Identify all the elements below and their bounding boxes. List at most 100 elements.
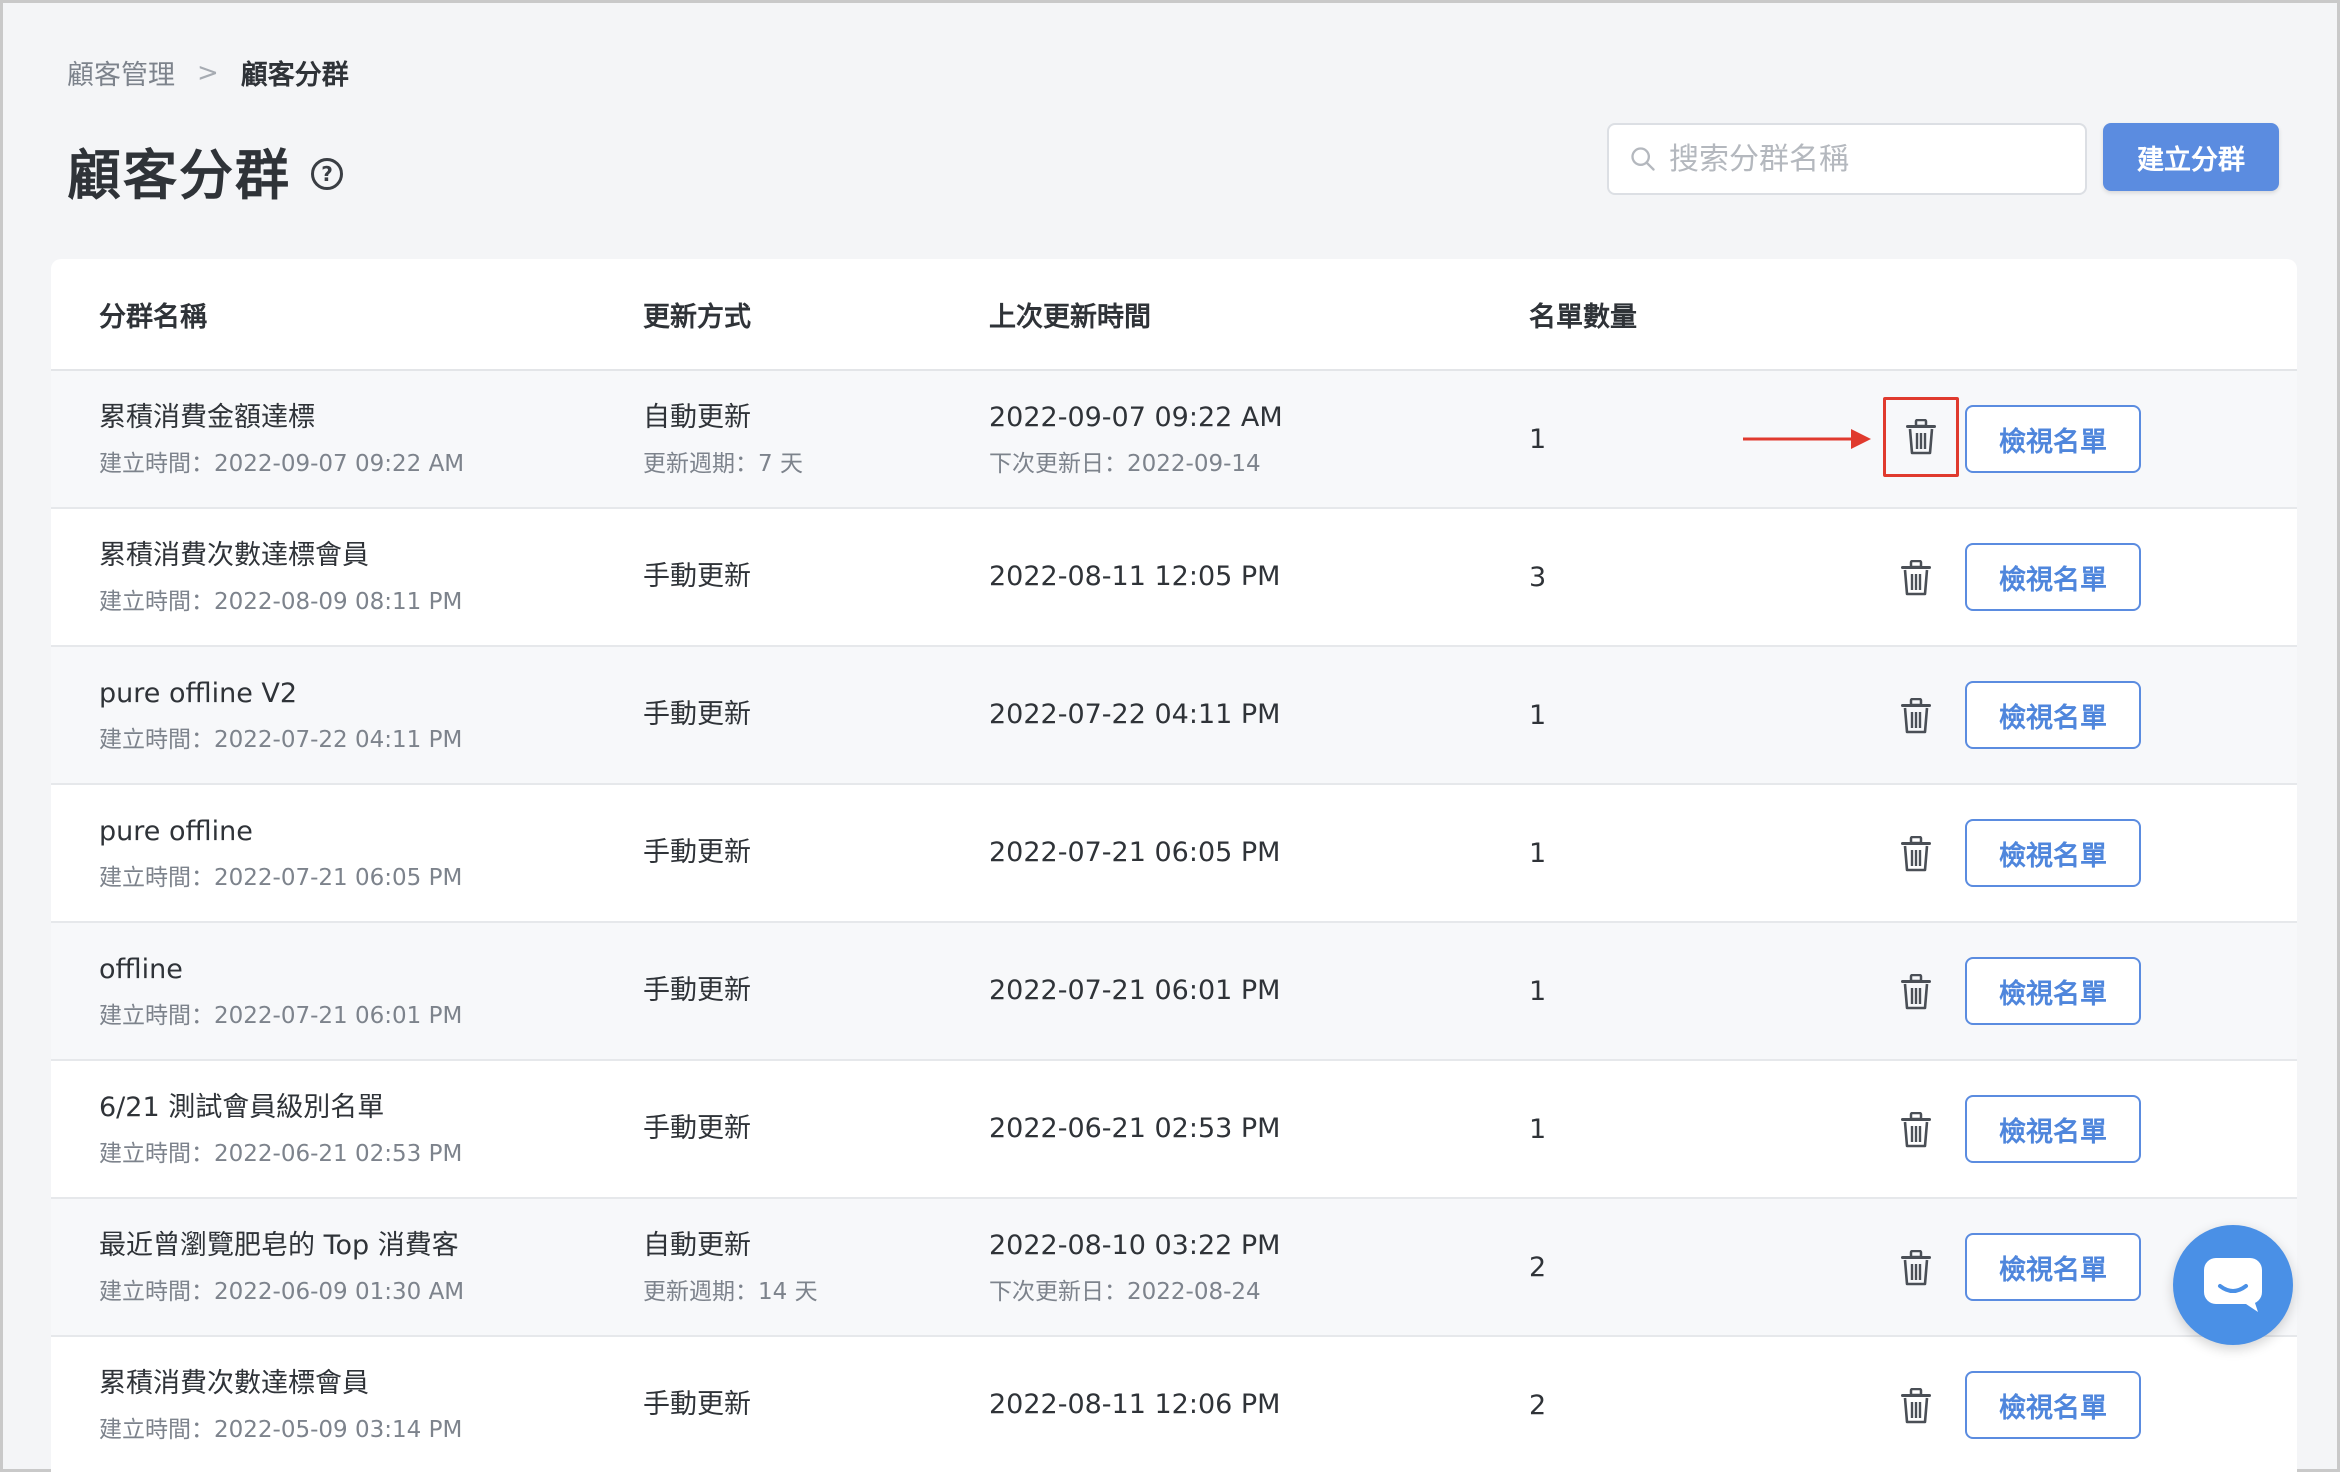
view-list-button[interactable]: 檢視名單 [1965, 1095, 2141, 1163]
update-mode-cell: 手動更新 [643, 1061, 751, 1197]
update-cycle: 更新週期：14 天 [643, 1278, 818, 1305]
table-row: pure offline V2 建立時間：2022-07-22 04:11 PM 手… [51, 647, 2297, 785]
breadcrumb: 顧客管理 > 顧客分群 [67, 53, 349, 92]
view-list-button[interactable]: 檢視名單 [1965, 681, 2141, 749]
last-updated-cell: 2022-09-07 09:22 AM 下次更新日：2022-09-14 [989, 371, 1283, 507]
segment-name: 累積消費次數達標會員 [99, 1368, 369, 1400]
segment-name: 最近曾瀏覽肥皂的 Top 消費客 [99, 1230, 459, 1262]
list-count: 1 [1529, 423, 1547, 455]
segment-name-cell: 累積消費次數達標會員 建立時間：2022-08-09 08:11 PM [99, 509, 462, 645]
list-count: 1 [1529, 837, 1547, 869]
update-mode: 手動更新 [643, 561, 751, 593]
segment-created-time: 建立時間：2022-07-22 04:11 PM [99, 726, 463, 753]
header-count: 名單數量 [1529, 301, 1637, 333]
list-count-cell: 3 [1529, 509, 1546, 645]
page-title: 顧客分群 [67, 144, 291, 207]
table-row: 6/21 測試會員級別名單建立時間：2022-06-21 02:53 PM 手動更… [51, 1061, 2297, 1199]
segment-created-time: 建立時間：2022-08-09 08:11 PM [99, 588, 463, 615]
delete-segment-button[interactable] [1893, 1107, 1939, 1153]
delete-segment-button[interactable] [1893, 555, 1939, 601]
delete-segment-button[interactable] [1883, 397, 1959, 477]
create-segment-button[interactable]: 建立分群 [2103, 123, 2279, 191]
last-updated-time: 2022-08-10 03:22 PM [989, 1230, 1281, 1262]
table-row: 累積消費次數達標會員 建立時間：2022-08-09 08:11 PM 手動更新 20… [51, 509, 2297, 647]
update-mode: 自動更新 [643, 402, 751, 434]
segment-name-cell: offline 建立時間：2022-07-21 06:01 PM [99, 923, 462, 1059]
trash-icon [1899, 1250, 1933, 1286]
delete-segment-button[interactable] [1893, 1383, 1939, 1429]
table-row: offline 建立時間：2022-07-21 06:01 PM 手動更新 2022-… [51, 923, 2297, 1061]
view-list-button[interactable]: 檢視名單 [1965, 1233, 2141, 1301]
last-updated-cell: 2022-08-11 12:06 PM [989, 1337, 1280, 1472]
list-count-cell: 1 [1529, 785, 1546, 921]
view-list-button[interactable]: 檢視名單 [1965, 819, 2141, 887]
last-updated-time: 2022-08-11 12:05 PM [989, 561, 1281, 593]
trash-icon [1904, 419, 1938, 455]
next-update-date: 下次更新日：2022-09-14 [989, 450, 1261, 477]
table-header: 分群名稱 更新方式 上次更新時間 名單數量 [51, 259, 2297, 371]
trash-icon [1899, 1388, 1933, 1424]
update-mode-cell: 自動更新更新週期：7 天 [643, 371, 803, 507]
segment-name-cell: pure offline 建立時間：2022-07-21 06:05 PM [99, 785, 462, 921]
view-list-button[interactable]: 檢視名單 [1965, 543, 2141, 611]
segment-name-cell: 累積消費金額達標 建立時間：2022-09-07 09:22 AM [99, 371, 464, 507]
breadcrumb-current: 顧客分群 [240, 60, 349, 91]
header-last-updated: 上次更新時間 [989, 301, 1151, 333]
last-updated-cell: 2022-06-21 02:53 PM [989, 1061, 1280, 1197]
update-mode: 手動更新 [643, 699, 751, 731]
segment-created-time: 建立時間：2022-06-21 02:53 PM [99, 1140, 463, 1167]
search-input[interactable] [1669, 141, 2069, 177]
table-row: 最近曾瀏覽肥皂的 Top 消費客 建立時間：2022-06-09 01:30 AM… [51, 1199, 2297, 1337]
segment-name: pure offline [99, 816, 253, 848]
last-updated-cell: 2022-08-10 03:22 PM 下次更新日：2022-08-24 [989, 1199, 1280, 1335]
update-mode: 手動更新 [643, 1113, 751, 1145]
view-list-button[interactable]: 檢視名單 [1965, 1371, 2141, 1439]
list-count-cell: 1 [1529, 647, 1546, 783]
last-updated-cell: 2022-07-21 06:01 PM [989, 923, 1280, 1059]
last-updated-time: 2022-08-11 12:06 PM [989, 1389, 1281, 1421]
update-cycle: 更新週期：7 天 [643, 450, 803, 477]
view-list-button[interactable]: 檢視名單 [1965, 957, 2141, 1025]
page-header: 顧客分群 ? [67, 131, 343, 210]
segments-table: 分群名稱 更新方式 上次更新時間 名單數量 累積消費金額達標 建立時間：2022-… [51, 259, 2297, 1472]
list-count: 1 [1529, 699, 1547, 731]
next-update-date: 下次更新日：2022-08-24 [989, 1278, 1261, 1305]
view-list-button[interactable]: 檢視名單 [1965, 405, 2141, 473]
header-name: 分群名稱 [99, 301, 207, 333]
list-count: 1 [1529, 975, 1547, 1007]
segment-name: 6/21 測試會員級別名單 [99, 1092, 385, 1124]
annotation-arrow [1743, 429, 1871, 449]
delete-segment-button[interactable] [1893, 693, 1939, 739]
trash-icon [1899, 974, 1933, 1010]
breadcrumb-parent-link[interactable]: 顧客管理 [67, 53, 175, 92]
trash-icon [1899, 1112, 1933, 1148]
delete-segment-button[interactable] [1893, 1245, 1939, 1291]
list-count-cell: 1 [1529, 371, 1546, 507]
list-count-cell: 1 [1529, 923, 1546, 1059]
update-mode-cell: 手動更新 [643, 923, 751, 1059]
help-circle-icon[interactable]: ? [311, 157, 343, 190]
segment-name: offline [99, 954, 183, 986]
trash-icon [1899, 836, 1933, 872]
chat-icon [2204, 1258, 2262, 1312]
last-updated-cell: 2022-07-21 06:05 PM [989, 785, 1280, 921]
header-mode: 更新方式 [643, 301, 751, 333]
trash-icon [1899, 698, 1933, 734]
update-mode-cell: 手動更新 [643, 647, 751, 783]
last-updated-time: 2022-09-07 09:22 AM [989, 402, 1283, 434]
update-mode-cell: 手動更新 [643, 509, 751, 645]
update-mode-cell: 手動更新 [643, 1337, 751, 1472]
update-mode: 手動更新 [643, 975, 751, 1007]
delete-segment-button[interactable] [1893, 831, 1939, 877]
list-count-cell: 2 [1529, 1337, 1546, 1472]
last-updated-cell: 2022-08-11 12:05 PM [989, 509, 1280, 645]
segment-created-time: 建立時間：2022-07-21 06:01 PM [99, 1002, 463, 1029]
table-row: pure offline 建立時間：2022-07-21 06:05 PM 手動更新… [51, 785, 2297, 923]
search-box[interactable] [1607, 123, 2087, 195]
segment-name-cell: 最近曾瀏覽肥皂的 Top 消費客 建立時間：2022-06-09 01:30 AM [99, 1199, 464, 1335]
update-mode: 手動更新 [643, 1389, 751, 1421]
delete-segment-button[interactable] [1893, 969, 1939, 1015]
chat-widget-button[interactable] [2173, 1225, 2293, 1345]
update-mode: 自動更新 [643, 1230, 751, 1262]
segment-created-time: 建立時間：2022-07-21 06:05 PM [99, 864, 463, 891]
